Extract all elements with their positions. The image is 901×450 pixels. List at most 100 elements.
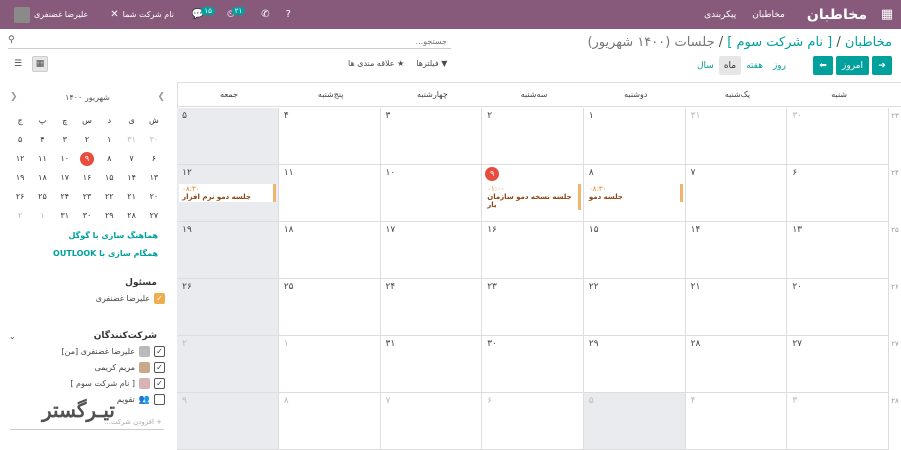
- mini-day[interactable]: ۲۷: [143, 211, 165, 220]
- calendar-day-cell[interactable]: ۶: [482, 393, 584, 450]
- calendar-day-cell[interactable]: ۷: [380, 393, 483, 450]
- mini-day[interactable]: ۱۶: [76, 173, 98, 182]
- mini-day[interactable]: ۳۰: [143, 135, 165, 144]
- help-icon[interactable]: ?: [286, 9, 291, 20]
- calendar-event[interactable]: ۰۸:۳۰ جلسه دمو نرم افزار: [179, 184, 276, 202]
- calendar-day-cell[interactable]: ۱۱: [278, 165, 381, 222]
- mini-day[interactable]: ۲۹: [98, 211, 120, 220]
- chevron-down-icon[interactable]: ⌄: [9, 332, 16, 341]
- calendar-day-cell[interactable]: ۷: [685, 165, 788, 222]
- app-brand[interactable]: مخاطبان: [807, 7, 867, 23]
- mini-day[interactable]: ۲۸: [120, 211, 142, 220]
- calendar-day-cell[interactable]: ۳۰: [787, 108, 889, 165]
- calendar-day-cell[interactable]: ۲۶: [177, 279, 279, 336]
- mini-day[interactable]: ۱۴: [120, 173, 142, 182]
- mini-day[interactable]: ۲: [76, 135, 98, 144]
- attendee-item[interactable]: ✓ [ نام شرکت سوم ]: [70, 378, 165, 389]
- calendar-day-cell[interactable]: ۱۰: [380, 165, 483, 222]
- outlook-sync-link[interactable]: همگام سازی با OUTLOOK: [53, 249, 158, 258]
- menu-configuration[interactable]: پیکربندی: [704, 10, 736, 20]
- calendar-day-cell[interactable]: ۹: [177, 393, 279, 450]
- today-button[interactable]: امروز: [836, 56, 869, 75]
- calendar-day-cell[interactable]: ۸: [278, 393, 381, 450]
- mini-day[interactable]: ۱: [98, 135, 120, 144]
- calendar-day-cell[interactable]: ۲۴: [380, 279, 483, 336]
- calendar-day-cell[interactable]: ۵: [177, 108, 279, 165]
- phone-icon[interactable]: ✆: [261, 9, 269, 20]
- checkbox-icon[interactable]: [154, 394, 165, 405]
- mini-day[interactable]: ۲۲: [98, 192, 120, 201]
- calendar-day-cell[interactable]: ۲۸: [685, 336, 788, 393]
- mini-next-icon[interactable]: ❯: [10, 92, 18, 102]
- mini-day[interactable]: ۱۱: [31, 154, 53, 163]
- calendar-day-cell[interactable]: ۲۱: [685, 279, 788, 336]
- calendar-day-cell[interactable]: ۲۵: [278, 279, 381, 336]
- calendar-day-cell[interactable]: ۶: [787, 165, 889, 222]
- mini-day[interactable]: ۶: [143, 154, 165, 163]
- activity-button[interactable]: ⏲ ۲۱: [227, 6, 246, 20]
- calendar-day-cell[interactable]: ۳۰: [482, 336, 584, 393]
- calendar-day-cell[interactable]: ۲۰: [787, 279, 889, 336]
- apps-menu-icon[interactable]: ▦: [873, 7, 901, 22]
- chat-button[interactable]: 💬 ۱۵: [192, 6, 215, 20]
- mini-day[interactable]: ۲۰: [143, 192, 165, 201]
- mini-day[interactable]: ۳۱: [54, 211, 76, 220]
- calendar-day-cell[interactable]: ۱۶: [482, 222, 584, 279]
- calendar-day-cell[interactable]: ۱۲ ۰۸:۳۰ جلسه دمو نرم افزار: [177, 165, 279, 222]
- calendar-day-cell[interactable]: ۱: [583, 108, 686, 165]
- calendar-day-cell[interactable]: ۱۹: [177, 222, 279, 279]
- attendee-item[interactable]: ✓ مریم کریمی: [94, 362, 165, 373]
- mini-day[interactable]: ۳۰: [76, 211, 98, 220]
- scale-month[interactable]: ماه: [718, 56, 742, 75]
- calendar-day-cell[interactable]: ۱۸: [278, 222, 381, 279]
- mini-day[interactable]: ۷: [120, 154, 142, 163]
- calendar-day-cell[interactable]: ۲: [482, 108, 584, 165]
- checkbox-icon[interactable]: ✓: [154, 293, 165, 304]
- calendar-day-cell[interactable]: ۲: [177, 336, 279, 393]
- company-switcher[interactable]: ✕ نام شرکت شما: [110, 9, 174, 20]
- calendar-day-cell[interactable]: ۸ ۰۸:۳۰ جلسه دمو: [583, 165, 686, 222]
- mini-day[interactable]: ۱۰: [54, 154, 76, 163]
- mini-day[interactable]: ۹: [76, 151, 98, 166]
- mini-day[interactable]: ۴: [31, 135, 53, 144]
- checkbox-icon[interactable]: ✓: [154, 362, 165, 373]
- mini-day[interactable]: ۱۳: [143, 173, 165, 182]
- mini-day[interactable]: ۵: [9, 135, 31, 144]
- calendar-day-cell[interactable]: ۱۵: [583, 222, 686, 279]
- mini-day[interactable]: ۱۹: [9, 173, 31, 182]
- mini-day[interactable]: ۲۵: [31, 192, 53, 201]
- mini-day[interactable]: ۳۱: [120, 135, 142, 144]
- calendar-day-cell[interactable]: ۲۲: [583, 279, 686, 336]
- breadcrumb-root[interactable]: مخاطبان: [845, 35, 892, 50]
- prev-button[interactable]: ⬅: [813, 56, 834, 75]
- mini-day[interactable]: ۱۲: [9, 154, 31, 163]
- mini-day[interactable]: ۳: [54, 135, 76, 144]
- calendar-day-cell[interactable]: ۲۹: [583, 336, 686, 393]
- calendar-day-cell[interactable]: ۳۱: [380, 336, 483, 393]
- search-input[interactable]: [22, 35, 447, 48]
- calendar-day-cell[interactable]: ۳: [787, 393, 889, 450]
- calendar-day-cell[interactable]: ۴: [685, 393, 788, 450]
- calendar-day-cell[interactable]: ۳۱: [685, 108, 788, 165]
- calendar-day-cell[interactable]: ۵: [583, 393, 686, 450]
- google-sync-link[interactable]: هماهنگ سازی با گوگل: [68, 231, 158, 240]
- calendar-event[interactable]: ۰۸:۳۰ جلسه دمو: [585, 184, 683, 202]
- calendar-day-cell[interactable]: ۲۷: [787, 336, 889, 393]
- calendar-view-icon[interactable]: ▦: [32, 56, 48, 72]
- checkbox-icon[interactable]: ✓: [154, 346, 165, 357]
- responsible-filter[interactable]: ✓ علیرضا غضنفری: [96, 293, 165, 304]
- mini-day[interactable]: ۱۵: [98, 173, 120, 182]
- mini-prev-icon[interactable]: ❮: [157, 92, 165, 102]
- calendar-day-cell[interactable]: ۱: [278, 336, 381, 393]
- mini-day[interactable]: ۲۳: [76, 192, 98, 201]
- filters-button[interactable]: ▼ فیلترها: [416, 59, 447, 68]
- calendar-event[interactable]: ۰۱:۰۰ جلسه نسخه دمو سازمان یار: [484, 184, 581, 210]
- mini-day[interactable]: ۲۶: [9, 192, 31, 201]
- scale-day[interactable]: روز: [768, 56, 791, 75]
- calendar-day-cell[interactable]: ۱۴: [685, 222, 788, 279]
- mini-day[interactable]: ۲۱: [120, 192, 142, 201]
- calendar-day-cell[interactable]: ۱۷: [380, 222, 483, 279]
- user-menu[interactable]: علیرضا غضنفری: [10, 6, 88, 23]
- calendar-day-cell[interactable]: ۹ ۰۱:۰۰ جلسه نسخه دمو سازمان یار: [482, 165, 584, 222]
- calendar-day-cell[interactable]: ۱۳: [787, 222, 889, 279]
